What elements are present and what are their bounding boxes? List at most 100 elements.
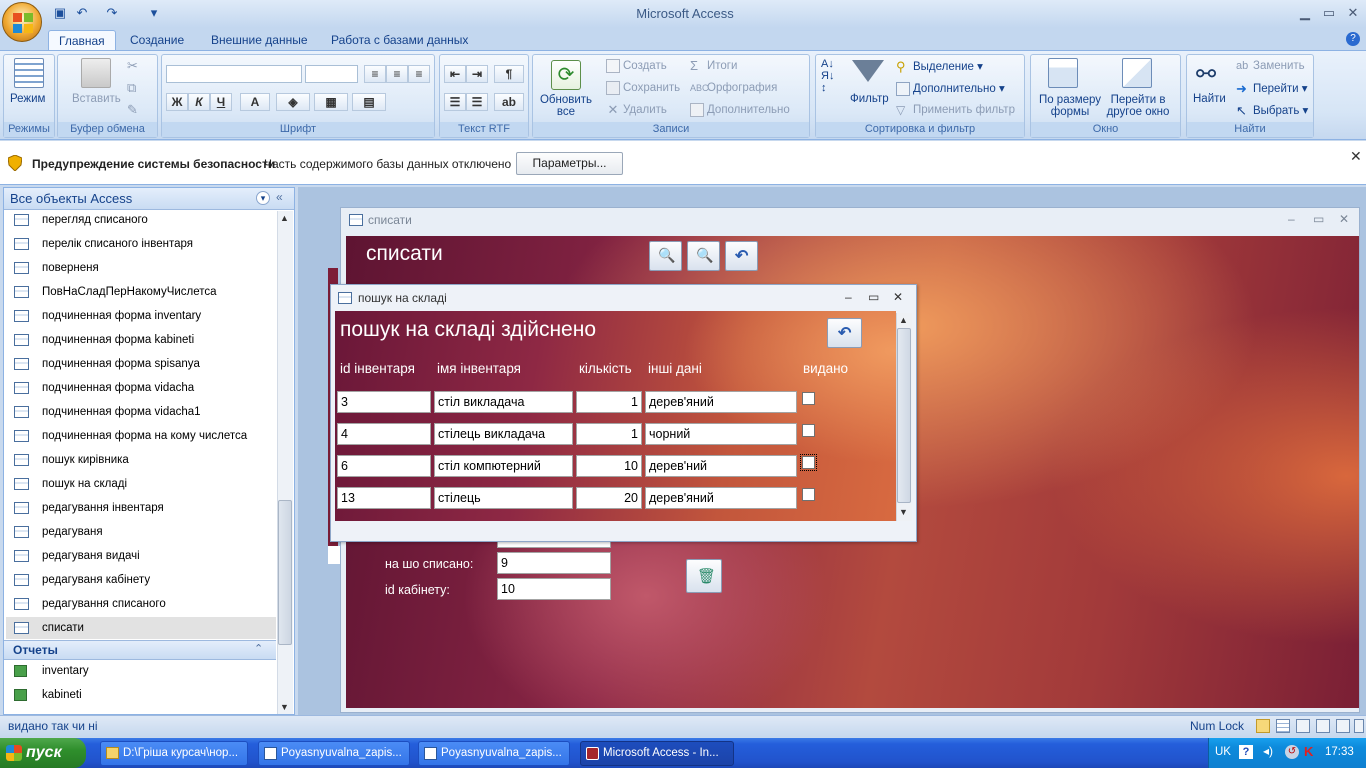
align-left-icon[interactable]: ≡ (364, 65, 386, 83)
issued-checkbox[interactable] (802, 488, 815, 501)
advanced-filter-button[interactable]: Дополнительно ▾ (896, 81, 1005, 96)
sort-ascending-icon[interactable]: A↓ Я↓ ↕ (821, 58, 834, 94)
spelling-button[interactable]: ABCОрфография (690, 81, 777, 95)
apply-filter-button[interactable]: ▽ Применить фильтр (896, 103, 1015, 117)
antivirus-icon[interactable]: K (1304, 744, 1313, 759)
replace-button[interactable]: ab Заменить (1236, 59, 1305, 73)
more-records-button[interactable]: Дополнительно (690, 103, 790, 117)
nav-item-form[interactable]: подчиненная форма spisanya (14, 353, 276, 375)
issued-checkbox-focused[interactable] (800, 454, 817, 471)
format-painter-icon[interactable]: ✎ (127, 102, 138, 118)
help-tray-icon[interactable]: ? (1239, 745, 1253, 759)
nav-item-form[interactable]: подчиненная форма kabineti (14, 329, 276, 351)
tab-database-tools[interactable]: Работа с базами данных (321, 30, 478, 50)
quantity-field[interactable]: 10 (576, 455, 642, 477)
align-center-icon[interactable]: ≡ (386, 65, 408, 83)
customize-qat-icon[interactable]: ▾ (146, 5, 162, 21)
fit-form-icon[interactable] (1048, 58, 1078, 88)
cabinet-id-input[interactable]: 10 (497, 578, 611, 600)
network-icon[interactable]: ↺ (1285, 745, 1299, 759)
nav-item-form[interactable]: подчиненная форма vidacha (14, 377, 276, 399)
nav-item-form[interactable]: поверненя (14, 257, 276, 279)
taskbar-item-word[interactable]: Poyasnyuvalna_zapis... (418, 741, 570, 766)
font-size-combo[interactable] (305, 65, 358, 83)
nav-item-form[interactable]: редагуваня (14, 521, 276, 543)
scroll-down-icon[interactable]: ▼ (899, 507, 908, 517)
refresh-icon[interactable]: ⟳ (551, 60, 581, 90)
security-options-button[interactable]: Параметры... (516, 152, 623, 175)
written-off-for-input[interactable]: 9 (497, 552, 611, 574)
italic-button[interactable]: К (188, 93, 210, 111)
nav-scroll-thumb[interactable] (278, 500, 292, 645)
numbered-list-icon[interactable]: ☰ (444, 93, 466, 111)
inventory-id-field[interactable]: 4 (337, 423, 431, 445)
delete-record-button[interactable]: ✕ Удалить (606, 103, 667, 117)
fill-color-icon[interactable]: ◈ (276, 93, 310, 111)
font-name-combo[interactable] (166, 65, 302, 83)
inventory-id-field[interactable]: 6 (337, 455, 431, 477)
redo-icon[interactable]: ↷ (104, 5, 120, 21)
paragraph-direction-icon[interactable]: ¶ (494, 65, 524, 83)
nav-item-form[interactable]: редагування інвентаря (14, 497, 276, 519)
nav-item-form[interactable]: перегляд списаного (14, 209, 276, 231)
other-data-field[interactable]: чорний (645, 423, 797, 445)
inventory-id-field[interactable]: 3 (337, 391, 431, 413)
indent-increase-icon[interactable]: ⇥ (466, 65, 488, 83)
inventory-name-field[interactable]: стілець (434, 487, 573, 509)
fit-form-button[interactable]: По размеру формы (1034, 94, 1106, 118)
taskbar-item-word[interactable]: Poyasnyuvalna_zapis... (258, 741, 410, 766)
other-data-field[interactable]: дерев'ний (645, 455, 797, 477)
save-icon[interactable]: ▣ (52, 5, 68, 21)
selection-button[interactable]: ⚲ Выделение ▾ (896, 59, 983, 74)
filter-button[interactable]: Фильтр (850, 93, 889, 105)
office-button[interactable] (2, 2, 42, 42)
select-button[interactable]: ↖ Выбрать ▾ (1236, 103, 1308, 118)
undo-icon[interactable]: ↶ (74, 5, 90, 21)
totals-button[interactable]: Σ Итоги (690, 59, 737, 73)
search-form-scroll-thumb[interactable] (897, 328, 911, 503)
minimize-icon[interactable]: ▁ (1292, 4, 1318, 22)
gridlines-icon[interactable]: ▦ (314, 93, 348, 111)
refresh-all-button[interactable]: Обновить все (538, 94, 594, 118)
help-icon[interactable]: ? (1346, 32, 1360, 46)
nav-item-form[interactable]: пошук кирівника (14, 449, 276, 471)
align-right-icon[interactable]: ≡ (408, 65, 430, 83)
form-minimize-icon[interactable]: – (1288, 212, 1295, 226)
delete-record-form-button[interactable]: 🗑 (686, 559, 722, 593)
pivot-chart-view-icon[interactable] (1316, 719, 1330, 733)
nav-item-form[interactable]: ПовНаСладПерНакомуЧислетса (14, 281, 276, 303)
nav-item-form[interactable]: подчиненная форма inventary (14, 305, 276, 327)
preview-button[interactable]: 🔍 (649, 241, 682, 271)
bold-button[interactable]: Ж (166, 93, 188, 111)
binoculars-icon[interactable]: ⚯ (1196, 60, 1216, 89)
inventory-id-field[interactable]: 13 (337, 487, 431, 509)
copy-icon[interactable]: ⧉ (127, 80, 136, 96)
undo-form-button[interactable]: ↶ (725, 241, 758, 271)
start-button[interactable]: пуск (0, 738, 86, 768)
bullet-list-icon[interactable]: ☰ (466, 93, 488, 111)
goto-button[interactable]: ➜ Перейти ▾ (1236, 81, 1308, 96)
pivot-view-icon[interactable] (1296, 719, 1310, 733)
tab-create[interactable]: Создание (120, 30, 194, 50)
search-form-maximize-icon[interactable]: ▭ (868, 290, 879, 304)
language-indicator[interactable]: UK (1215, 746, 1231, 758)
nav-item-form[interactable]: подчиненная форма vidacha1 (14, 401, 276, 423)
collapse-group-icon[interactable]: ⌃ (254, 642, 263, 655)
form-maximize-icon[interactable]: ▭ (1313, 212, 1324, 226)
paste-button[interactable]: Вставить (72, 93, 121, 105)
save-record-button[interactable]: Сохранить (606, 81, 680, 95)
nav-item-form[interactable]: пошук на складі (14, 473, 276, 495)
nav-item-form-selected[interactable]: списати (6, 617, 276, 639)
other-data-field[interactable]: дерев'яний (645, 487, 797, 509)
reports-group-title[interactable]: Отчеты (13, 643, 58, 657)
quantity-field[interactable]: 1 (576, 423, 642, 445)
nav-item-form[interactable]: редагуваня видачі (14, 545, 276, 567)
search-undo-button[interactable]: ↶ (827, 318, 862, 348)
preview2-button[interactable]: 🔍 (687, 241, 720, 271)
font-color-button[interactable]: A (240, 93, 270, 111)
layout-view-icon[interactable] (1336, 719, 1350, 733)
search-form-minimize-icon[interactable]: – (845, 290, 852, 304)
design-view-icon[interactable] (1354, 719, 1364, 733)
new-record-button[interactable]: Создать (606, 59, 667, 73)
switch-window-button[interactable]: Перейти в другое окно (1100, 94, 1176, 118)
